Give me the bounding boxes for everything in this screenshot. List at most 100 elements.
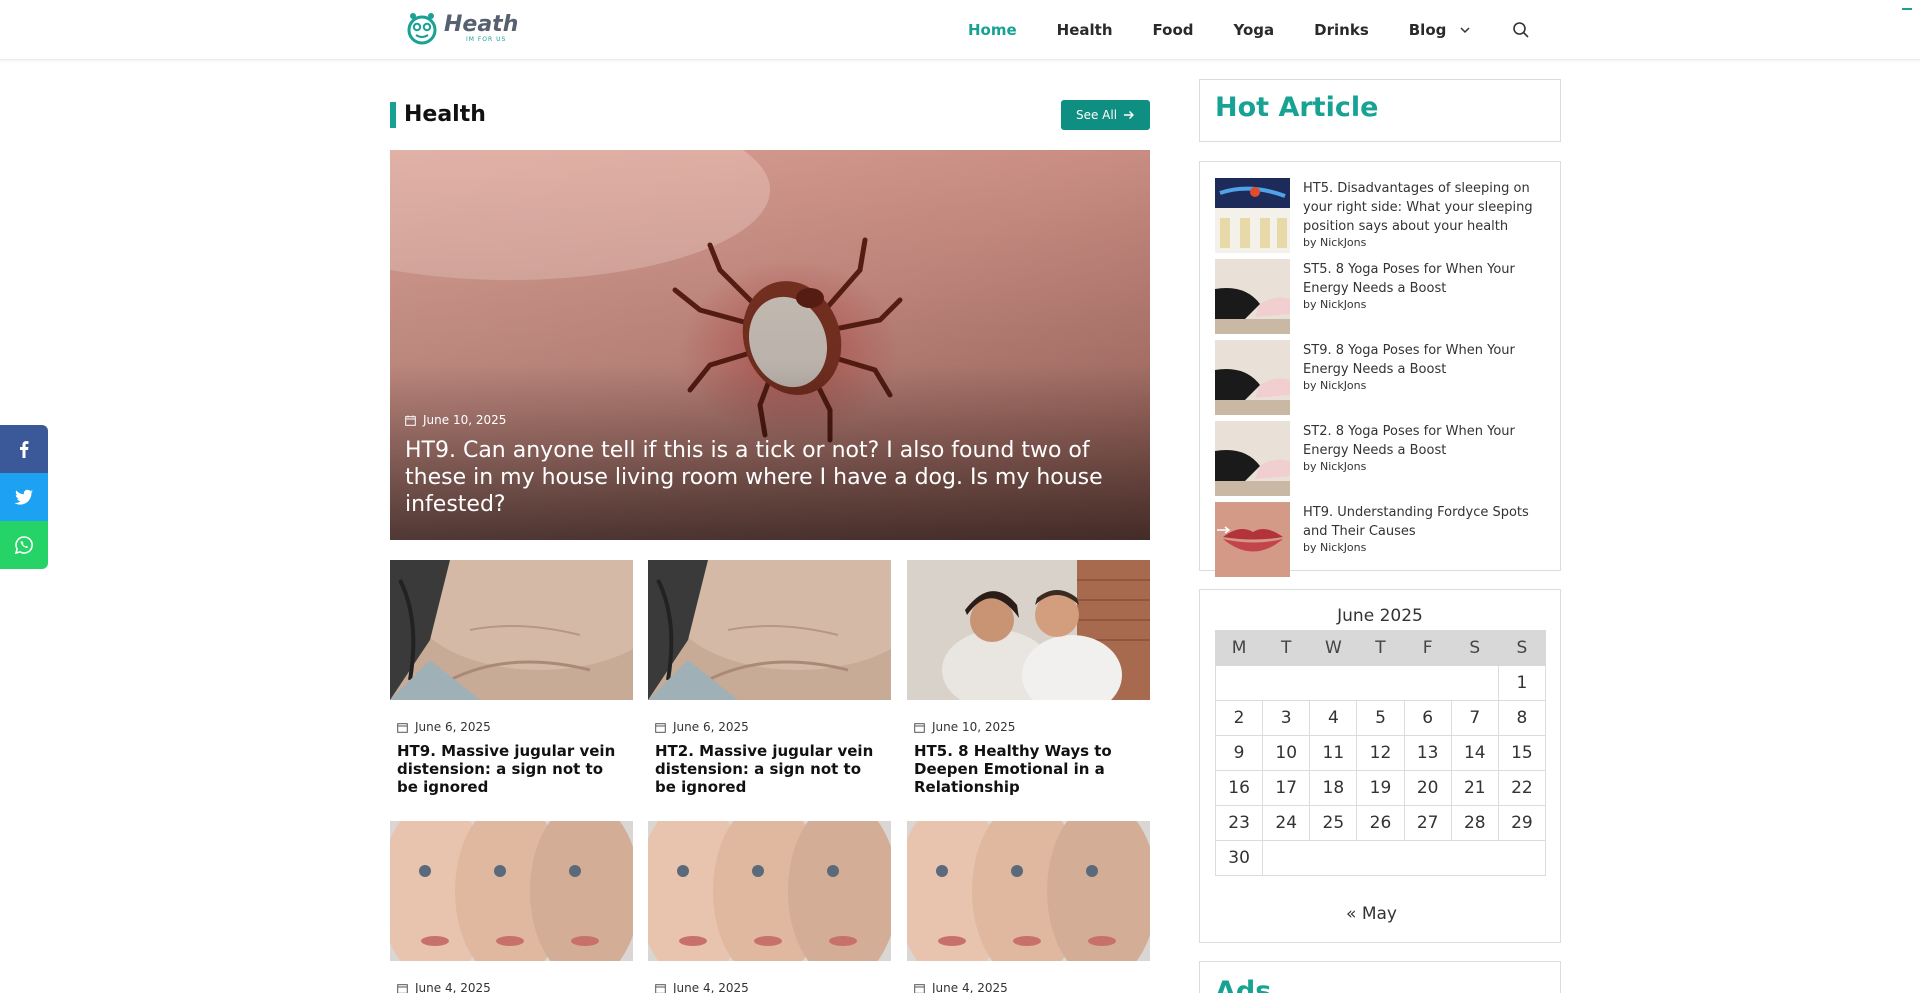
yoga-pose-thumbnail xyxy=(1215,421,1290,496)
article-card[interactable]: June 10, 2025 HT5. 8 Healthy Ways to Dee… xyxy=(907,560,1150,796)
hot-article-header: Hot Article xyxy=(1199,79,1561,142)
article-date-text: June 6, 2025 xyxy=(415,720,491,734)
hot-article-item-author: by NickJons xyxy=(1303,541,1367,554)
hot-article-item-title[interactable]: HT9. Understanding Fordyce Spots and The… xyxy=(1303,503,1545,541)
article-card[interactable]: June 6, 2025 HT2. Massive jugular vein d… xyxy=(648,560,891,796)
calendar-icon xyxy=(405,415,416,426)
weekday-header: S xyxy=(1497,630,1547,666)
nav-home-label: Home xyxy=(968,21,1017,39)
arrow-right-icon xyxy=(1124,111,1135,119)
nav-drinks[interactable]: Drinks xyxy=(1314,21,1369,39)
section-title: Health xyxy=(404,102,486,127)
article-date: June 4, 2025 xyxy=(914,981,1150,993)
weekday-header: F xyxy=(1403,630,1452,666)
search-icon[interactable] xyxy=(1512,21,1530,39)
calendar-day: 20 xyxy=(1403,770,1452,806)
hot-article-item[interactable]: HT9. Understanding Fordyce Spots and The… xyxy=(1215,502,1545,583)
site-header: Heath IM FOR US Home Health Food Yoga Dr… xyxy=(0,0,1920,60)
calendar-icon xyxy=(914,983,925,993)
logo-name: Heath xyxy=(444,11,519,37)
nav-food[interactable]: Food xyxy=(1153,21,1194,39)
calendar-day: 4 xyxy=(1309,700,1358,736)
article-date: June 6, 2025 xyxy=(397,720,633,734)
calendar-icon xyxy=(397,722,408,733)
twitter-icon xyxy=(14,489,34,505)
calendar-prev-month-link[interactable]: « May xyxy=(1200,904,1543,924)
hot-article-item-author: by NickJons xyxy=(1303,460,1367,473)
yoga-pose-thumbnail xyxy=(1215,340,1290,415)
article-card[interactable]: June 4, 2025 xyxy=(907,821,1150,993)
calendar-day: 14 xyxy=(1450,735,1499,771)
hot-article-item-title[interactable]: HT5. Disadvantages of sleeping on your r… xyxy=(1303,179,1545,236)
ads-title: Ads xyxy=(1215,976,1272,993)
hot-article-item-title[interactable]: ST2. 8 Yoga Poses for When Your Energy N… xyxy=(1303,422,1545,460)
calendar-day: 17 xyxy=(1262,770,1311,806)
section-accent-bar xyxy=(390,102,396,128)
ads-widget: Ads xyxy=(1199,961,1561,993)
article-title[interactable]: HT9. Massive jugular vein distension: a … xyxy=(397,742,626,796)
calendar-day: 10 xyxy=(1262,735,1311,771)
main-nav: Home Health Food Yoga Drinks Blog xyxy=(968,0,1530,60)
calendar-day: 8 xyxy=(1497,700,1547,736)
article-card[interactable]: June 6, 2025 HT9. Massive jugular vein d… xyxy=(390,560,633,796)
nav-food-label: Food xyxy=(1152,21,1194,39)
hot-article-item[interactable]: HT5. Disadvantages of sleeping on your r… xyxy=(1215,178,1545,259)
facebook-icon xyxy=(20,441,29,458)
logo-tagline: IM FOR US xyxy=(466,35,507,43)
social-share-bar xyxy=(0,425,48,569)
article-date: June 6, 2025 xyxy=(655,720,891,734)
weekday-header: M xyxy=(1214,630,1264,666)
calendar-widget: June 2025 M T W T F S S 1 2 3 4 5 6 7 8 … xyxy=(1199,589,1561,943)
calendar-table: M T W T F S S 1 2 3 4 5 6 7 8 9 10 11 12… xyxy=(1214,630,1547,876)
nav-yoga[interactable]: Yoga xyxy=(1234,21,1275,39)
calendar-icon xyxy=(397,983,408,993)
calendar-day: 30 xyxy=(1214,840,1264,876)
article-card[interactable]: June 4, 2025 xyxy=(648,821,891,993)
hot-article-item[interactable]: ST5. 8 Yoga Poses for When Your Energy N… xyxy=(1215,259,1545,340)
calendar-day: 21 xyxy=(1450,770,1499,806)
site-logo[interactable]: Heath IM FOR US xyxy=(404,10,518,46)
calendar-day: 27 xyxy=(1403,805,1452,841)
featured-article-date-text: June 10, 2025 xyxy=(423,413,507,427)
aging-faces-image xyxy=(907,821,1150,961)
aging-faces-image xyxy=(648,821,891,961)
featured-article[interactable]: June 10, 2025 HT9. Can anyone tell if th… xyxy=(390,150,1150,540)
article-date-text: June 6, 2025 xyxy=(673,720,749,734)
calendar-day: 7 xyxy=(1450,700,1499,736)
calendar-day: 1 xyxy=(1497,665,1547,701)
calendar-day: 13 xyxy=(1403,735,1452,771)
nav-blog-label: Blog xyxy=(1408,21,1447,39)
see-all-button[interactable]: See All xyxy=(1061,100,1150,130)
featured-article-title[interactable]: HT9. Can anyone tell if this is a tick o… xyxy=(405,437,1120,518)
article-title[interactable]: HT5. 8 Healthy Ways to Deepen Emotional … xyxy=(914,742,1143,796)
weekday-header: T xyxy=(1262,630,1311,666)
calendar-day: 23 xyxy=(1214,805,1264,841)
calendar-day: 22 xyxy=(1497,770,1547,806)
article-card[interactable]: June 4, 2025 xyxy=(390,821,633,993)
twitter-share-button[interactable] xyxy=(0,473,48,521)
featured-article-date: June 10, 2025 xyxy=(405,413,1120,427)
lips-thumbnail xyxy=(1215,502,1290,577)
calendar-day: 25 xyxy=(1309,805,1358,841)
facebook-share-button[interactable] xyxy=(0,425,48,473)
sleeping-positions-thumbnail xyxy=(1215,178,1290,253)
article-date-text: June 4, 2025 xyxy=(932,981,1008,993)
hot-article-item-title[interactable]: ST9. 8 Yoga Poses for When Your Energy N… xyxy=(1303,341,1545,379)
nav-blog[interactable]: Blog xyxy=(1409,21,1471,39)
calendar-day: 9 xyxy=(1214,735,1264,771)
nav-health[interactable]: Health xyxy=(1057,21,1113,39)
hot-article-item[interactable]: ST9. 8 Yoga Poses for When Your Energy N… xyxy=(1215,340,1545,421)
hot-article-item[interactable]: ST2. 8 Yoga Poses for When Your Energy N… xyxy=(1215,421,1545,502)
corner-indicator xyxy=(1902,8,1912,10)
logo-mascot-icon xyxy=(407,13,437,45)
calendar-icon xyxy=(655,722,666,733)
hot-article-item-title[interactable]: ST5. 8 Yoga Poses for When Your Energy N… xyxy=(1303,260,1545,298)
neck-vein-image xyxy=(390,560,633,700)
calendar-day: 11 xyxy=(1309,735,1358,771)
article-date-text: June 4, 2025 xyxy=(673,981,749,993)
article-title[interactable]: HT2. Massive jugular vein distension: a … xyxy=(655,742,884,796)
whatsapp-share-button[interactable] xyxy=(0,521,48,569)
nav-yoga-label: Yoga xyxy=(1233,21,1275,39)
featured-article-info: June 10, 2025 HT9. Can anyone tell if th… xyxy=(405,413,1120,518)
nav-home[interactable]: Home xyxy=(968,21,1017,39)
